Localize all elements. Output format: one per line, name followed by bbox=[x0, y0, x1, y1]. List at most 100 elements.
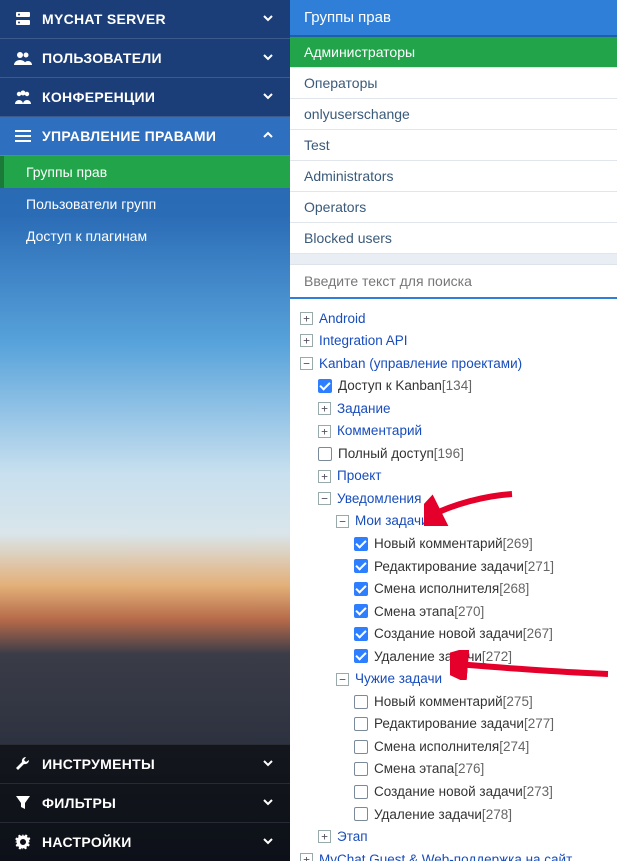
tree-node[interactable]: Смена этапа [270] bbox=[298, 600, 615, 623]
tree-node[interactable]: −Уведомления bbox=[298, 487, 615, 510]
nav-item-conference[interactable]: КОНФЕРЕНЦИИ bbox=[0, 78, 290, 117]
checkbox[interactable] bbox=[354, 537, 368, 551]
checkbox[interactable] bbox=[354, 740, 368, 754]
group-row[interactable]: onlyuserschange bbox=[290, 99, 617, 130]
tree-node[interactable]: Удаление задачи [278] bbox=[298, 803, 615, 826]
users-icon bbox=[14, 49, 32, 67]
checkbox[interactable] bbox=[354, 559, 368, 573]
nav-subitem[interactable]: Группы прав bbox=[0, 156, 290, 188]
tree-id: [267] bbox=[523, 625, 553, 643]
sidebar: MYCHAT SERVERПОЛЬЗОВАТЕЛИ КОНФЕРЕНЦИИ УПРА… bbox=[0, 0, 290, 861]
tree-link[interactable]: Integration API bbox=[319, 332, 408, 350]
group-row[interactable]: Operators bbox=[290, 192, 617, 223]
tree-link[interactable]: Проект bbox=[337, 467, 381, 485]
collapse-icon[interactable]: − bbox=[318, 492, 331, 505]
expand-icon[interactable]: + bbox=[318, 402, 331, 415]
nav-item-users[interactable]: ПОЛЬЗОВАТЕЛИ bbox=[0, 39, 290, 78]
tree-link[interactable]: Этап bbox=[337, 828, 368, 846]
tree-node[interactable]: Полный доступ [196] bbox=[298, 442, 615, 465]
nav-subitem[interactable]: Доступ к плагинам bbox=[0, 220, 290, 252]
group-row[interactable]: Test bbox=[290, 130, 617, 161]
collapse-icon[interactable]: − bbox=[336, 673, 349, 686]
expand-icon[interactable]: + bbox=[318, 830, 331, 843]
expand-icon[interactable]: + bbox=[300, 312, 313, 325]
tree-label: Редактирование задачи bbox=[374, 558, 524, 576]
search-input[interactable]: Введите текст для поиска bbox=[290, 264, 617, 299]
tree-node[interactable]: + MyChat Guest & Web-поддержка на сайт bbox=[298, 848, 615, 861]
tree-node[interactable]: Смена исполнителя [268] bbox=[298, 578, 615, 601]
tree-node[interactable]: Новый комментарий [275] bbox=[298, 690, 615, 713]
group-row[interactable]: Blocked users bbox=[290, 223, 617, 254]
tree-node[interactable]: −Чужие задачи bbox=[298, 668, 615, 691]
permissions-tree: +Android+Integration API−Kanban (управле… bbox=[290, 299, 617, 861]
tree-link[interactable]: Задание bbox=[337, 400, 391, 418]
tree-node[interactable]: Удаление задачи [272] bbox=[298, 645, 615, 668]
tree-node[interactable]: Смена этапа [276] bbox=[298, 758, 615, 781]
tree-label: Смена исполнителя bbox=[374, 738, 499, 756]
tree-label: Смена этапа bbox=[374, 760, 454, 778]
tree-link[interactable]: Мои задачи bbox=[355, 512, 429, 530]
tree-node[interactable]: Редактирование задачи [277] bbox=[298, 713, 615, 736]
tree-node[interactable]: + Android bbox=[298, 307, 615, 330]
tree-node[interactable]: + Проект bbox=[298, 465, 615, 488]
tree-label: Создание новой задачи bbox=[374, 783, 523, 801]
tree-id: [277] bbox=[524, 715, 554, 733]
tree-id: [271] bbox=[524, 558, 554, 576]
checkbox[interactable] bbox=[354, 627, 368, 641]
groups-panel-header: Группы прав bbox=[290, 0, 617, 37]
tree-link[interactable]: Kanban (управление проектами) bbox=[319, 355, 522, 373]
tree-node[interactable]: Редактирование задачи [271] bbox=[298, 555, 615, 578]
nav-label: КОНФЕРЕНЦИИ bbox=[42, 89, 262, 105]
tree-node[interactable]: Смена исполнителя [274] bbox=[298, 735, 615, 758]
expand-icon[interactable]: + bbox=[318, 470, 331, 483]
tree-node[interactable]: + Задание bbox=[298, 397, 615, 420]
nav-item-server[interactable]: MYCHAT SERVER bbox=[0, 0, 290, 39]
content-area: Группы прав АдминистраторыОператорыonlyu… bbox=[290, 0, 617, 861]
checkbox[interactable] bbox=[354, 582, 368, 596]
nav-item-rights[interactable]: УПРАВЛЕНИЕ ПРАВАМИ bbox=[0, 117, 290, 156]
expand-icon[interactable]: + bbox=[318, 425, 331, 438]
expand-icon[interactable]: + bbox=[300, 334, 313, 347]
tree-node[interactable]: Создание новой задачи [267] bbox=[298, 623, 615, 646]
tree-node[interactable]: + Integration API bbox=[298, 330, 615, 353]
checkbox[interactable] bbox=[354, 807, 368, 821]
checkbox[interactable] bbox=[318, 447, 332, 461]
tree-id: [272] bbox=[482, 648, 512, 666]
tree-node[interactable]: Доступ к Kanban [134] bbox=[298, 375, 615, 398]
tree-link[interactable]: MyChat Guest & Web-поддержка на сайт bbox=[319, 851, 572, 861]
tree-link[interactable]: Android bbox=[319, 310, 366, 328]
tree-id: [276] bbox=[454, 760, 484, 778]
tree-link[interactable]: Чужие задачи bbox=[355, 670, 442, 688]
nav-label: УПРАВЛЕНИЕ ПРАВАМИ bbox=[42, 128, 262, 144]
group-row[interactable]: Администраторы bbox=[290, 37, 617, 68]
checkbox[interactable] bbox=[354, 717, 368, 731]
group-row[interactable]: Операторы bbox=[290, 68, 617, 99]
group-row[interactable]: Administrators bbox=[290, 161, 617, 192]
checkbox[interactable] bbox=[354, 785, 368, 799]
tree-link[interactable]: Комментарий bbox=[337, 422, 422, 440]
tree-id: [134] bbox=[442, 377, 472, 395]
tree-node[interactable]: Создание новой задачи [273] bbox=[298, 780, 615, 803]
checkbox[interactable] bbox=[354, 649, 368, 663]
chevron-down-icon bbox=[262, 90, 276, 104]
nav-item-wrench[interactable]: ИНСТРУМЕНТЫ bbox=[0, 744, 290, 783]
tree-node[interactable]: −Мои задачи bbox=[298, 510, 615, 533]
tree-node[interactable]: Новый комментарий [269] bbox=[298, 532, 615, 555]
nav-item-filter[interactable]: ФИЛЬТРЫ bbox=[0, 783, 290, 822]
collapse-icon[interactable]: − bbox=[336, 515, 349, 528]
server-icon bbox=[14, 10, 32, 28]
checkbox[interactable] bbox=[318, 379, 332, 393]
checkbox[interactable] bbox=[354, 762, 368, 776]
tree-node[interactable]: + Комментарий bbox=[298, 420, 615, 443]
tree-node[interactable]: −Kanban (управление проектами) bbox=[298, 352, 615, 375]
checkbox[interactable] bbox=[354, 604, 368, 618]
nav-subitem[interactable]: Пользователи групп bbox=[0, 188, 290, 220]
tree-link[interactable]: Уведомления bbox=[337, 490, 421, 508]
tree-node[interactable]: + Этап bbox=[298, 826, 615, 849]
expand-icon[interactable]: + bbox=[300, 853, 313, 861]
tree-label: Смена этапа bbox=[374, 603, 454, 621]
checkbox[interactable] bbox=[354, 695, 368, 709]
nav-item-gear[interactable]: НАСТРОЙКИ bbox=[0, 822, 290, 861]
collapse-icon[interactable]: − bbox=[300, 357, 313, 370]
chevron-down-icon bbox=[262, 51, 276, 65]
